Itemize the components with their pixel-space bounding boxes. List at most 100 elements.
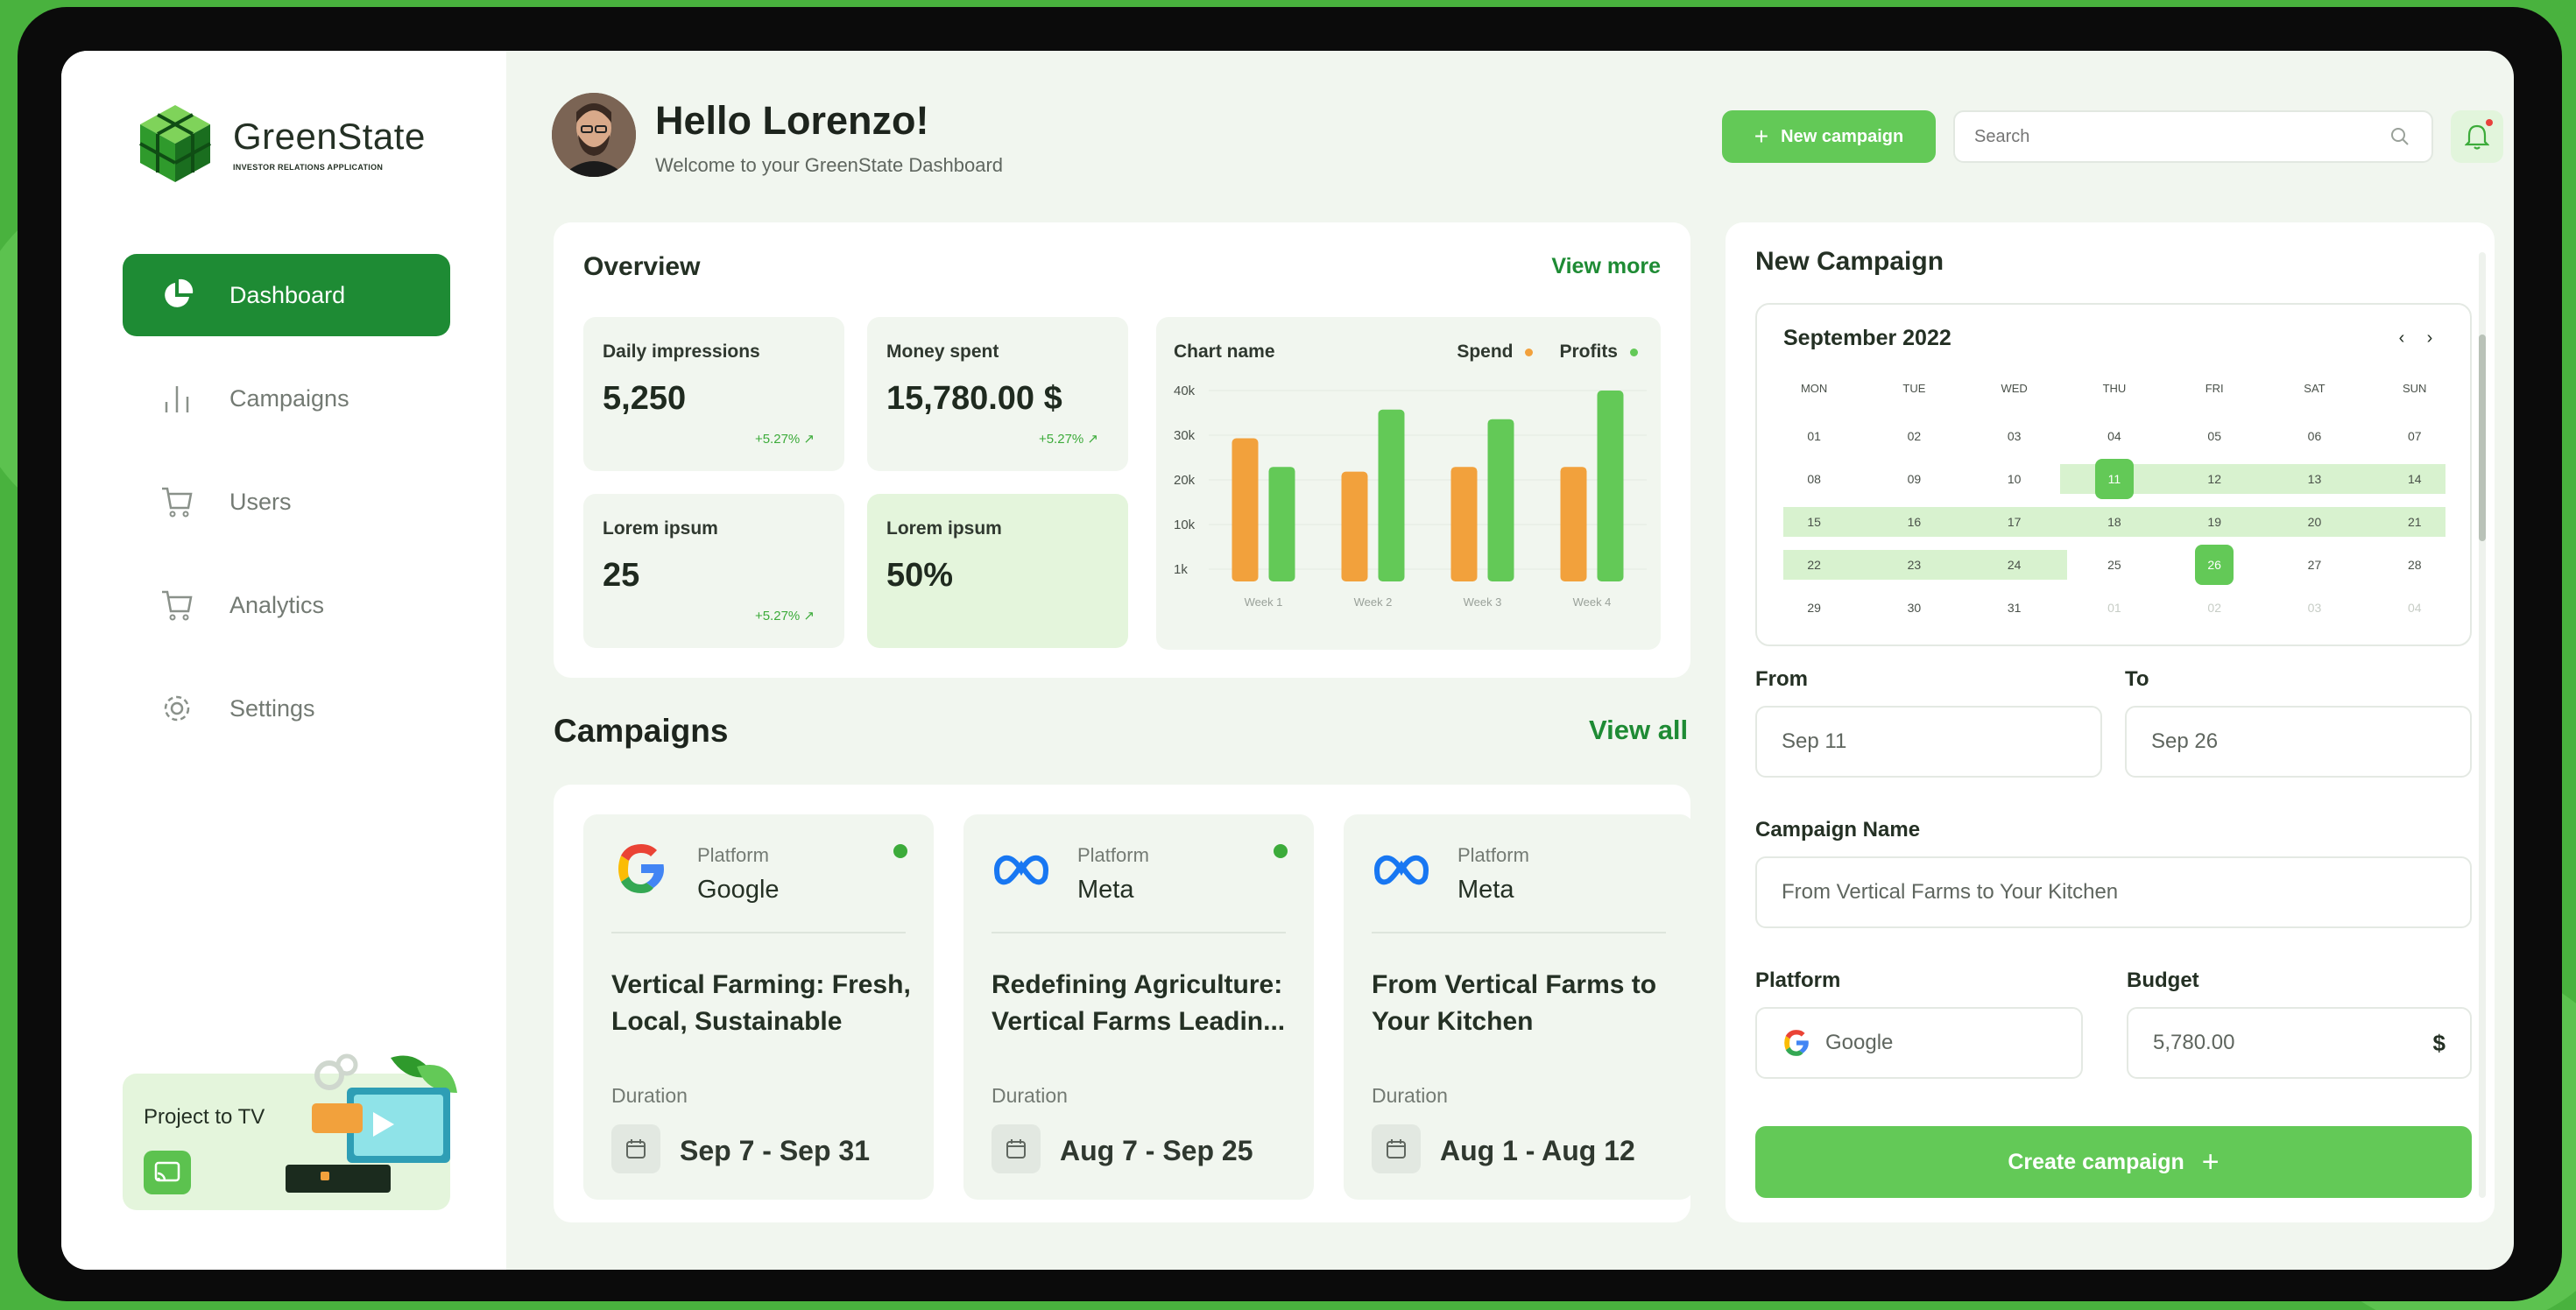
app-subtitle: INVESTOR RELATIONS APPLICATION: [233, 163, 384, 172]
calendar-day[interactable]: 29: [1764, 586, 1864, 629]
calendar-day[interactable]: 24: [1965, 543, 2064, 586]
weekday-label: FRI: [2205, 381, 2224, 395]
selected-day[interactable]: 26: [2195, 544, 2234, 585]
platform-select[interactable]: Google: [1755, 1007, 2083, 1079]
scrollbar-thumb[interactable]: [2479, 335, 2486, 541]
view-more-link[interactable]: View more: [1551, 254, 1661, 279]
cast-icon: [154, 1161, 180, 1182]
platform-value: Google: [697, 876, 780, 904]
create-campaign-button[interactable]: Create campaign +: [1755, 1126, 2472, 1198]
meta-logo-icon: [1372, 839, 1431, 898]
view-all-link[interactable]: View all: [1589, 715, 1688, 746]
duration-label: Duration: [611, 1084, 688, 1107]
page-subtitle: Welcome to your GreenState Dashboard: [655, 154, 1004, 176]
status-active-dot: [1274, 844, 1288, 858]
new-campaign-label: New campaign: [1781, 126, 1904, 146]
calendar-day[interactable]: 04: [2365, 586, 2465, 629]
calendar-day[interactable]: 02: [1864, 414, 1964, 457]
calendar-day[interactable]: 05: [2164, 414, 2264, 457]
next-month-button[interactable]: ›: [2416, 324, 2444, 352]
calendar-day[interactable]: 27: [2264, 543, 2364, 586]
project-to-tv-label: Project to TV: [144, 1105, 265, 1129]
calendar-day[interactable]: 16: [1864, 500, 1964, 543]
to-date-field[interactable]: Sep 26: [2125, 706, 2472, 778]
calendar-day[interactable]: 06: [2264, 414, 2364, 457]
platform-value: Meta: [1457, 876, 1514, 904]
calendar-day[interactable]: 22: [1764, 543, 1864, 586]
chart-legend: Spend Profits: [1457, 342, 1638, 363]
bar-spend-2[interactable]: [1450, 467, 1478, 581]
chart-title: Chart name: [1174, 342, 1275, 362]
calendar-day[interactable]: 25: [2064, 543, 2164, 586]
prev-month-button[interactable]: ‹: [2388, 324, 2416, 352]
campaigns-title: Campaigns: [554, 713, 729, 749]
panel-scrollbar[interactable]: [2479, 252, 2486, 1198]
sidebar-item-settings[interactable]: Settings: [123, 667, 450, 750]
avatar[interactable]: [552, 93, 636, 177]
stat-change: +5.27% ↗: [754, 432, 815, 447]
new-campaign-button[interactable]: + New campaign: [1722, 110, 1936, 163]
calendar-day[interactable]: 14: [2365, 457, 2465, 500]
calendar-day[interactable]: 26: [2164, 543, 2264, 586]
app-logo[interactable]: GreenState INVESTOR RELATIONS APPLICATIO…: [137, 102, 426, 186]
calendar-day[interactable]: 01: [2064, 586, 2164, 629]
calendar-day[interactable]: 03: [2264, 586, 2364, 629]
calendar-day[interactable]: 18: [2064, 500, 2164, 543]
calendar-day[interactable]: 23: [1864, 543, 1964, 586]
overview-title: Overview: [583, 252, 701, 281]
notifications-button[interactable]: [2451, 110, 2503, 163]
divider: [1372, 932, 1666, 933]
calendar-day[interactable]: 28: [2365, 543, 2465, 586]
selected-day[interactable]: 11: [2094, 458, 2134, 499]
campaign-name-field[interactable]: From Vertical Farms to Your Kitchen: [1755, 856, 2472, 928]
sidebar-item-analytics[interactable]: Analytics: [123, 564, 450, 646]
calendar-day[interactable]: 09: [1864, 457, 1964, 500]
legend-dot-spend: [1525, 348, 1534, 356]
campaign-card[interactable]: Platform Meta Redefining Agriculture: Ve…: [963, 814, 1314, 1200]
bar-profits-3[interactable]: [1597, 391, 1624, 581]
search-box[interactable]: [1953, 110, 2433, 163]
sidebar-item-users[interactable]: Users: [123, 461, 450, 543]
gear-icon: [158, 689, 196, 728]
bar-spend-3[interactable]: [1560, 467, 1587, 581]
sidebar-item-campaigns[interactable]: Campaigns: [123, 357, 450, 440]
campaign-name-label: Campaign Name: [1755, 818, 1921, 842]
calendar-day[interactable]: 03: [1965, 414, 2064, 457]
calendar-day[interactable]: 10: [1965, 457, 2064, 500]
calendar-day[interactable]: 02: [2164, 586, 2264, 629]
calendar-day[interactable]: 21: [2365, 500, 2465, 543]
project-to-tv-card[interactable]: Project to TV: [123, 1053, 457, 1210]
search-icon[interactable]: [2389, 126, 2410, 147]
cast-button[interactable]: [144, 1151, 191, 1194]
calendar-day[interactable]: 12: [2164, 457, 2264, 500]
bar-spend-1[interactable]: [1341, 471, 1368, 581]
calendar-day[interactable]: 31: [1965, 586, 2064, 629]
budget-field[interactable]: 5,780.00 $: [2127, 1007, 2472, 1079]
bar-profits-1[interactable]: [1378, 409, 1405, 581]
search-input[interactable]: [1974, 112, 2377, 161]
calendar-day[interactable]: 15: [1764, 500, 1864, 543]
calendar-day[interactable]: 04: [2064, 414, 2164, 457]
stat-value: 15,780.00 $: [886, 380, 1062, 417]
from-date-field[interactable]: Sep 11: [1755, 706, 2102, 778]
calendar-day[interactable]: 19: [2164, 500, 2264, 543]
calendar-day[interactable]: 20: [2264, 500, 2364, 543]
bar-profits-2[interactable]: [1487, 419, 1514, 581]
platform-label: Platform: [1457, 844, 1529, 866]
duration-value: Sep 7 - Sep 31: [680, 1135, 870, 1166]
calendar-day[interactable]: 01: [1764, 414, 1864, 457]
campaign-card[interactable]: Platform Meta From Vertical Farms to You…: [1344, 814, 1690, 1200]
bar-spend-0[interactable]: [1232, 438, 1259, 582]
calendar-day[interactable]: 08: [1764, 457, 1864, 500]
sidebar-item-dashboard[interactable]: Dashboard: [123, 254, 450, 336]
device-frame: GreenState INVESTOR RELATIONS APPLICATIO…: [18, 7, 2562, 1301]
notification-dot: [2486, 119, 2493, 126]
bar-profits-0[interactable]: [1268, 467, 1295, 581]
calendar-day[interactable]: 17: [1965, 500, 2064, 543]
campaign-card[interactable]: Platform Google Vertical Farming: Fresh,…: [583, 814, 934, 1200]
calendar-day[interactable]: 30: [1864, 586, 1964, 629]
calendar-day[interactable]: 11: [2064, 457, 2164, 500]
calendar-day[interactable]: 07: [2365, 414, 2465, 457]
calendar-day[interactable]: 13: [2264, 457, 2364, 500]
date-picker: September 2022 ‹ › MON TUE WED THU FRI SAT SUN…: [1755, 303, 2472, 646]
